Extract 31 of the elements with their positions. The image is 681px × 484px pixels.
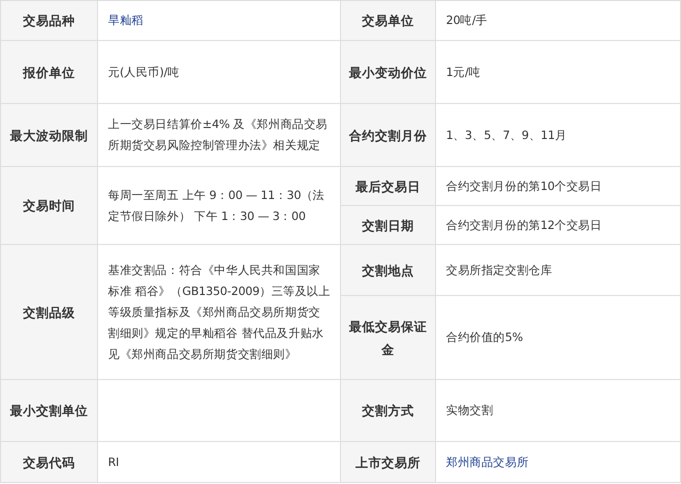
value-text: 合约交割月份的第10个交易日: [446, 178, 602, 194]
row-label: 最低交易保证金: [341, 296, 436, 380]
row-label: 最后交易日: [341, 167, 436, 206]
row-label: 交割方式: [341, 380, 436, 442]
value-text: 基准交割品：符合《中华人民共和国国家标准 稻谷》（GB1350-2009）三等及以上等级质量指标及《郑州商品交易所期货交割细则》规定的早籼稻谷 替代品及升贴水见《郑州商品交易所期货交割细则》: [108, 262, 332, 362]
row-label: 交易时间: [1, 167, 98, 245]
row-label: 交割日期: [341, 206, 436, 245]
value-text: 每周一至周五 上午 9：00 — 11：30（法定节假日除外） 下午 1：30 — 3：00: [108, 186, 326, 224]
value-link[interactable]: 旱籼稻: [108, 10, 144, 31]
row-label: 交易品种: [1, 1, 98, 41]
value-text: 1元/吨: [446, 64, 480, 80]
value-text: 交易所指定交割仓库: [446, 262, 552, 278]
row-label: 交割品级: [1, 245, 98, 380]
row-label: 交易单位: [341, 1, 436, 41]
value-text: 20吨/手: [446, 12, 488, 29]
row-label: 最小交割单位: [1, 380, 98, 442]
value-text: 合约价值的5%: [446, 329, 523, 346]
row-label: 上市交易所: [341, 442, 436, 483]
row-label: 报价单位: [1, 41, 98, 104]
value-text: 实物交割: [446, 402, 494, 419]
row-label: 交割地点: [341, 245, 436, 296]
row-label: 交易代码: [1, 442, 98, 483]
value-text: 合约交割月份的第12个交易日: [446, 216, 602, 234]
value-text: 元(人民币)/吨: [108, 64, 180, 80]
row-label: 合约交割月份: [341, 104, 436, 167]
value-text: RI: [108, 454, 119, 470]
value-text: 上一交易日结算价±4% 及《郑州商品交易所期货交易风险控制管理办法》相关规定: [108, 116, 329, 154]
value-link[interactable]: 郑州商品交易所: [446, 452, 529, 472]
value-text: 1、3、5、7、9、11月: [446, 126, 567, 144]
row-label: 最小变动价位: [341, 41, 436, 104]
row-label: 最大波动限制: [1, 104, 98, 167]
